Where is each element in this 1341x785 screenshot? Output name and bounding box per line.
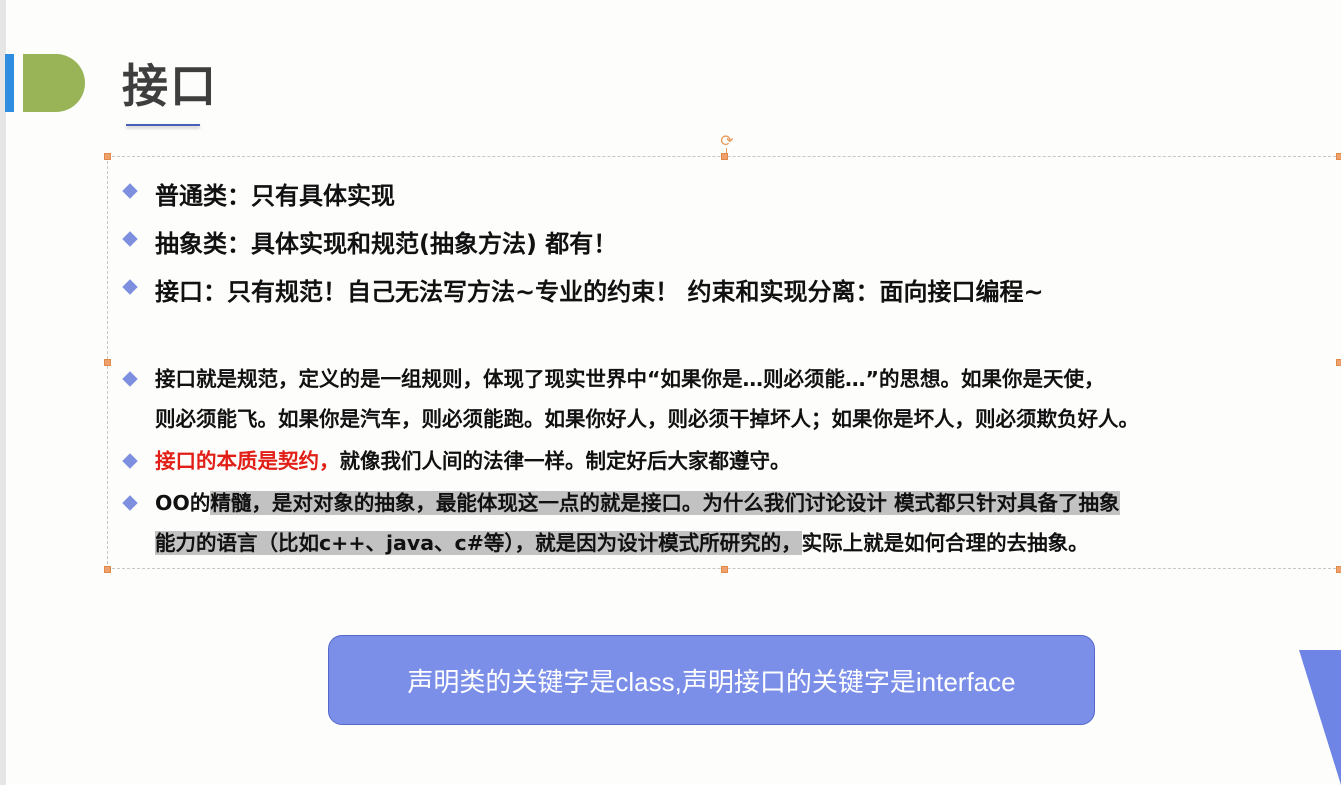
resize-handle-top-left[interactable] [104, 153, 111, 160]
diamond-bullet-icon [122, 495, 138, 511]
bullet-abstract-class: 抽象类：具体实现和规范(抽象方法) 都有！ [122, 224, 1333, 258]
resize-handle-top-center[interactable] [721, 153, 728, 160]
resize-handle-bottom-center[interactable] [721, 566, 728, 573]
bullet-text: 普通类：只有具体实现 [155, 182, 395, 210]
detail-text: OO的 [155, 491, 211, 515]
keyword-callout[interactable]: 声明类的关键字是class,声明接口的关键字是interface [328, 635, 1095, 725]
detail-interface-contract: 接口的本质是契约，就像我们人间的法律一样。制定好后大家都遵守。 [122, 441, 1333, 481]
diamond-bullet-icon [122, 371, 138, 387]
bullet-text: 抽象类：具体实现和规范(抽象方法) 都有！ [155, 230, 618, 258]
resize-handle-middle-left[interactable] [104, 359, 111, 366]
title-underline [126, 124, 200, 126]
title-accent-bar [5, 54, 14, 112]
detail-oo-essence: OO的精髓，是对对象的抽象，最能体现这一点的就是接口。为什么我们讨论设计 模式都… [122, 483, 1333, 563]
detail-line: 接口就是规范，定义的是一组规则，体现了现实世界中“如果你是…则必须能…”的思想。… [155, 367, 1105, 391]
emphasis-text: 接口的本质是契约， [155, 449, 340, 473]
resize-handle-top-right[interactable] [1336, 153, 1341, 160]
resize-handle-bottom-left[interactable] [104, 566, 111, 573]
detail-interface-is-spec: 接口就是规范，定义的是一组规则，体现了现实世界中“如果你是…则必须能…”的思想。… [122, 359, 1333, 439]
diamond-bullet-icon [122, 279, 138, 295]
resize-handle-middle-right[interactable] [1336, 359, 1341, 366]
detail-line: 则必须能飞。如果你是汽车，则必须能跑。如果你好人，则必须干掉坏人；如果你是坏人，… [155, 407, 1139, 431]
diamond-bullet-icon [122, 183, 138, 199]
resize-handle-bottom-right[interactable] [1336, 566, 1341, 573]
bullet-text: 接口：只有规范！自己无法写方法~专业的约束！ 约束和实现分离：面向接口编程~ [155, 278, 1044, 306]
bullet-interface: 接口：只有规范！自己无法写方法~专业的约束！ 约束和实现分离：面向接口编程~ [122, 272, 1333, 306]
selected-text[interactable]: 精髓，是对对象的抽象，最能体现这一点的就是接口。为什么我们讨论设计 模式都只针对… [210, 491, 1120, 515]
diamond-bullet-icon [122, 453, 138, 469]
selected-text[interactable]: 能力的语言（比如c++、java、c#等），就是因为设计模式所研究的， [155, 531, 802, 555]
corner-decoration [1299, 650, 1341, 785]
detail-text: 实际上就是如何合理的去抽象。 [801, 531, 1089, 555]
diamond-bullet-icon [122, 231, 138, 247]
bullet-normal-class: 普通类：只有具体实现 [122, 176, 1333, 210]
slide-title: 接口 [122, 59, 218, 113]
rotate-icon[interactable]: ⟳ [718, 132, 736, 150]
callout-text: 声明类的关键字是class,声明接口的关键字是interface [407, 666, 1016, 697]
title-accent-tab [23, 54, 85, 112]
detail-text: 就像我们人间的法律一样。制定好后大家都遵守。 [339, 449, 791, 473]
window-left-edge [0, 0, 6, 785]
